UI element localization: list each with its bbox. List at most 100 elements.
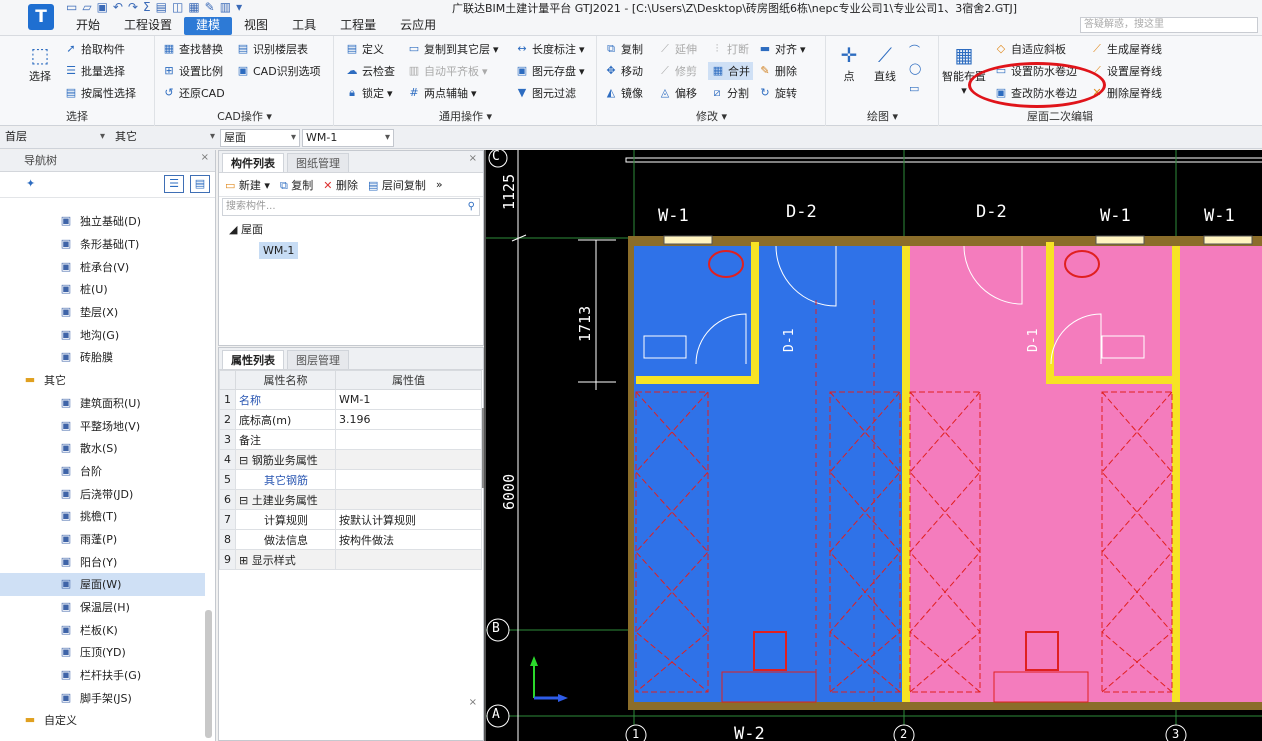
find-replace-button[interactable]: ▦ 查找替换: [162, 41, 223, 57]
app-logo[interactable]: T: [28, 4, 54, 30]
menu-4[interactable]: 工具: [280, 17, 328, 35]
align-button[interactable]: ▬ 对齐 ▾: [758, 41, 806, 57]
nav-item-9[interactable]: ▣ 平整场地(V): [0, 414, 205, 437]
property-row[interactable]: 2 底标高(m) 3.196: [219, 409, 482, 430]
nav-item-21[interactable]: ▣ 脚手架(JS): [0, 686, 205, 709]
property-row[interactable]: 5 其它钢筋: [219, 469, 482, 490]
nav-item-6[interactable]: ▣ 砖胎膜: [0, 346, 205, 369]
copy-to-other-floor-button[interactable]: ▭ 复制到其它层 ▾: [407, 41, 499, 57]
nav-item-4[interactable]: ▣ 垫层(X): [0, 301, 205, 324]
copy-between-floors-button[interactable]: ▤ 层间复制: [368, 177, 426, 193]
delete-button[interactable]: ✎ 删除: [758, 63, 797, 79]
property-row[interactable]: 4 ⊟ 钢筋业务属性: [219, 449, 482, 470]
expand-icon[interactable]: ✦: [26, 177, 35, 190]
property-row[interactable]: 6 ⊟ 土建业务属性: [219, 489, 482, 510]
nav-item-8[interactable]: ▣ 建筑面积(U): [0, 392, 205, 415]
check-icon[interactable]: ▦: [188, 0, 199, 16]
property-value[interactable]: [335, 449, 482, 470]
nav-item-10[interactable]: ▣ 散水(S): [0, 437, 205, 460]
property-value[interactable]: WM-1: [335, 389, 482, 410]
menu-5[interactable]: 工程量: [328, 17, 388, 35]
mirror-button[interactable]: ◭ 镜像: [604, 85, 643, 101]
tree-view-icon[interactable]: ▤: [190, 175, 210, 193]
property-row[interactable]: 9 ⊞ 显示样式: [219, 549, 482, 570]
extend-button[interactable]: ⟋ 延伸: [658, 41, 697, 57]
cloud-check-button[interactable]: ☁ 云检查: [345, 63, 396, 79]
property-value[interactable]: 3.196: [335, 409, 482, 430]
save-icon[interactable]: ▣: [97, 0, 108, 16]
nav-scrollbar[interactable]: [205, 610, 212, 738]
type-select[interactable]: 屋面: [220, 129, 300, 147]
element-filter-button[interactable]: ▼ 图元过滤: [515, 85, 576, 101]
menu-6[interactable]: 云应用: [388, 17, 448, 35]
nav-item-17[interactable]: ▣ 保温层(H): [0, 596, 205, 619]
property-value[interactable]: 按默认计算规则: [335, 509, 482, 530]
qat-more-icon[interactable]: ▾: [236, 0, 242, 16]
nav-item-2[interactable]: ▣ 桩承台(V): [0, 255, 205, 278]
nav-item-15[interactable]: ▣ 阳台(Y): [0, 550, 205, 573]
property-row[interactable]: 8 做法信息 按构件做法: [219, 529, 482, 550]
split-button[interactable]: ⧄ 分割: [710, 85, 750, 101]
property-value[interactable]: 按构件做法: [335, 529, 482, 550]
nav-item-14[interactable]: ▣ 雨蓬(P): [0, 528, 205, 551]
property-close-icon[interactable]: ×: [469, 697, 477, 708]
restore-cad-button[interactable]: ↺ 还原CAD: [162, 85, 224, 101]
table-icon[interactable]: ▥: [220, 0, 231, 16]
copy-button[interactable]: ⧉ 复制: [604, 41, 643, 57]
room-pink[interactable]: [906, 246, 1262, 702]
nav-item-19[interactable]: ▣ 压顶(YD): [0, 641, 205, 664]
rotate-button[interactable]: ↻ 旋转: [758, 85, 797, 101]
nav-item-18[interactable]: ▣ 栏板(K): [0, 618, 205, 641]
generate-ridge-button[interactable]: ⟋ 生成屋脊线: [1090, 41, 1162, 57]
open-file-icon[interactable]: ▱: [82, 0, 91, 16]
lock-button[interactable]: 🔒︎ 锁定 ▾: [345, 85, 392, 101]
offset-button[interactable]: ◬ 偏移: [658, 85, 697, 101]
delete-component-button[interactable]: ✕ 删除: [323, 177, 358, 193]
cad-recognition-options-button[interactable]: ▣ CAD识别选项: [236, 63, 321, 79]
undo-icon[interactable]: ↶: [113, 0, 123, 16]
menu-0[interactable]: 开始: [64, 17, 112, 35]
menu-2[interactable]: 建模: [184, 17, 233, 35]
component-select[interactable]: WM-1: [302, 129, 394, 147]
auto-align-slab-button[interactable]: ▥ 自动平齐板 ▾: [407, 63, 488, 79]
edit-icon[interactable]: ✎: [205, 0, 215, 16]
circle-icon[interactable]: ◯: [909, 62, 921, 75]
new-component-button[interactable]: ▭ 新建 ▾: [225, 177, 270, 193]
nav-item-5[interactable]: ▣ 地沟(G): [0, 323, 205, 346]
nav-item-16[interactable]: ▣ 屋面(W): [0, 573, 205, 596]
nav-item-20[interactable]: ▣ 栏杆扶手(G): [0, 664, 205, 687]
element-save-button[interactable]: ▣ 图元存盘 ▾: [515, 63, 585, 79]
move-button[interactable]: ✥ 移动: [604, 63, 643, 79]
break-button[interactable]: ⫶ 打断: [710, 41, 749, 57]
select-button[interactable]: ⬚ 选择: [26, 42, 54, 84]
help-search-input[interactable]: 答疑解惑，搜这里: [1080, 17, 1258, 33]
length-dimension-button[interactable]: ↔ 长度标注 ▾: [515, 41, 584, 57]
tab-property-list[interactable]: 属性列表: [222, 350, 284, 369]
collapse-minus-icon[interactable]: ⊟: [239, 454, 252, 467]
sum-icon[interactable]: Σ: [143, 0, 151, 16]
menu-3[interactable]: 视图: [232, 17, 280, 35]
trim-button[interactable]: ⟋ 修剪: [658, 63, 697, 79]
property-value[interactable]: [335, 549, 482, 570]
merge-button[interactable]: ▦ 合并: [708, 62, 753, 80]
identify-floor-table-button[interactable]: ▤ 识别楼层表: [236, 41, 308, 57]
nav-item-11[interactable]: ▣ 台阶: [0, 460, 205, 483]
arc-icon[interactable]: ⌒: [909, 42, 920, 58]
nav-item-7[interactable]: ▬ 其它: [0, 369, 205, 392]
nav-close-icon[interactable]: ×: [201, 152, 209, 163]
drawing-canvas[interactable]: C B A 1 2 3 1125 1713 6000 W-1 D-2 D-2 W…: [486, 150, 1262, 741]
menu-1[interactable]: 工程设置: [112, 17, 184, 35]
category-select[interactable]: 其它: [112, 129, 218, 147]
two-point-axis-button[interactable]: # 两点辅轴 ▾: [407, 85, 476, 101]
tab-layer-management[interactable]: 图层管理: [287, 350, 349, 369]
adaptive-slope-button[interactable]: ◇ 自适应斜板: [994, 41, 1066, 57]
rectangle-icon[interactable]: ▭: [909, 82, 919, 95]
report-icon[interactable]: ▤: [156, 0, 167, 16]
nav-item-12[interactable]: ▣ 后浇带(JD): [0, 482, 205, 505]
floor-select[interactable]: 首层: [2, 129, 108, 147]
redo-icon[interactable]: ↷: [128, 0, 138, 16]
component-search-input[interactable]: 搜索构件... ⚲: [222, 198, 480, 216]
tab-drawing-management[interactable]: 图纸管理: [287, 153, 349, 172]
new-file-icon[interactable]: ▭: [66, 0, 77, 16]
tab-component-list[interactable]: 构件列表: [222, 153, 284, 172]
